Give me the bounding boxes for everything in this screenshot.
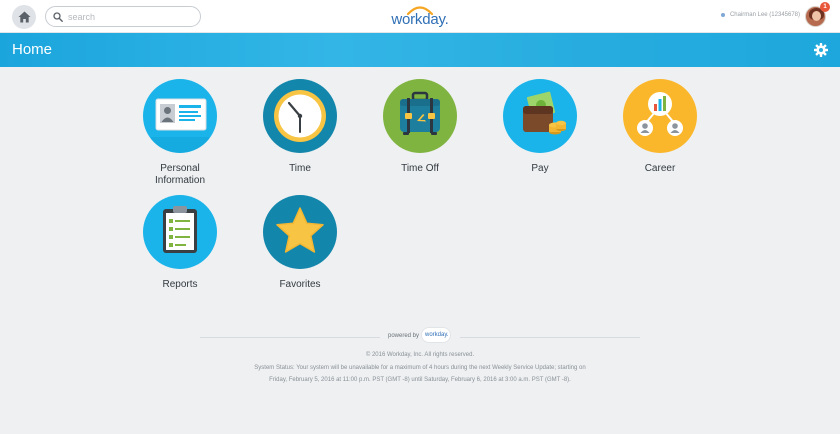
worklet-time-off[interactable]: Time Off <box>370 79 470 175</box>
worklet-label: Pay <box>531 163 549 174</box>
settings-button[interactable] <box>813 42 829 58</box>
avatar-face <box>812 11 821 21</box>
worklet-personal-information[interactable]: Personal Information <box>130 79 230 187</box>
home-button[interactable] <box>12 5 36 29</box>
home-icon <box>18 11 30 23</box>
worklet-label: Favorites <box>279 279 321 290</box>
worklet-career[interactable]: Career <box>610 79 710 175</box>
gear-icon <box>814 43 828 57</box>
worklet-circle <box>383 79 457 153</box>
search-input[interactable] <box>68 11 188 22</box>
workday-logo[interactable]: workday. <box>388 3 452 29</box>
worklet-circle <box>623 79 697 153</box>
powered-by-label: powered by <box>388 333 420 339</box>
page-header: Home <box>0 33 840 67</box>
worklet-circle <box>503 79 577 153</box>
system-status-line-2: Friday, February 5, 2016 at 11:00 p.m. P… <box>269 377 571 383</box>
page-title: Home <box>12 41 53 58</box>
worklet-label: Personal Information <box>154 163 206 186</box>
worklet-favorites[interactable]: Favorites <box>250 195 350 291</box>
worklet-circle <box>143 195 217 269</box>
logo-text: workday. <box>391 11 449 28</box>
wallet-icon <box>523 91 566 135</box>
top-bar: workday. Chairman Lee (12345678) <box>0 0 840 33</box>
clock-icon <box>274 90 326 142</box>
status-dot-icon <box>720 13 725 17</box>
worklet-pay[interactable]: Pay <box>490 79 590 175</box>
footer-workday-logo: workday. <box>421 327 451 343</box>
footer-divider-left <box>200 337 380 338</box>
notification-badge[interactable]: 1 <box>820 2 830 12</box>
system-status-line-1: System Status: Your system will be unava… <box>254 365 586 371</box>
worklet-label: Time Off <box>401 163 439 174</box>
worklet-label: Time <box>289 163 311 174</box>
search-icon <box>53 11 63 22</box>
user-menu[interactable]: Chairman Lee (12345678) <box>720 12 800 18</box>
footer-divider-right <box>460 337 640 338</box>
worklet-label: Reports <box>162 279 198 290</box>
worklet-reports[interactable]: Reports <box>130 195 230 291</box>
career-chart-icon <box>637 92 683 136</box>
star-icon <box>276 207 324 253</box>
worklet-circle <box>263 79 337 153</box>
search-box[interactable] <box>45 6 201 27</box>
worklet-label: Career <box>644 163 676 174</box>
id-card-icon <box>143 98 217 153</box>
worklet-circle <box>263 195 337 269</box>
copyright-text: © 2016 Workday, Inc. All rights reserved… <box>365 352 475 358</box>
worklet-time[interactable]: Time <box>250 79 350 175</box>
user-name: Chairman Lee (12345678) <box>729 12 800 18</box>
footer-logo-text: workday. <box>425 332 449 338</box>
worklet-circle <box>143 79 217 153</box>
suitcase-icon <box>400 91 440 135</box>
clipboard-icon <box>163 206 197 253</box>
